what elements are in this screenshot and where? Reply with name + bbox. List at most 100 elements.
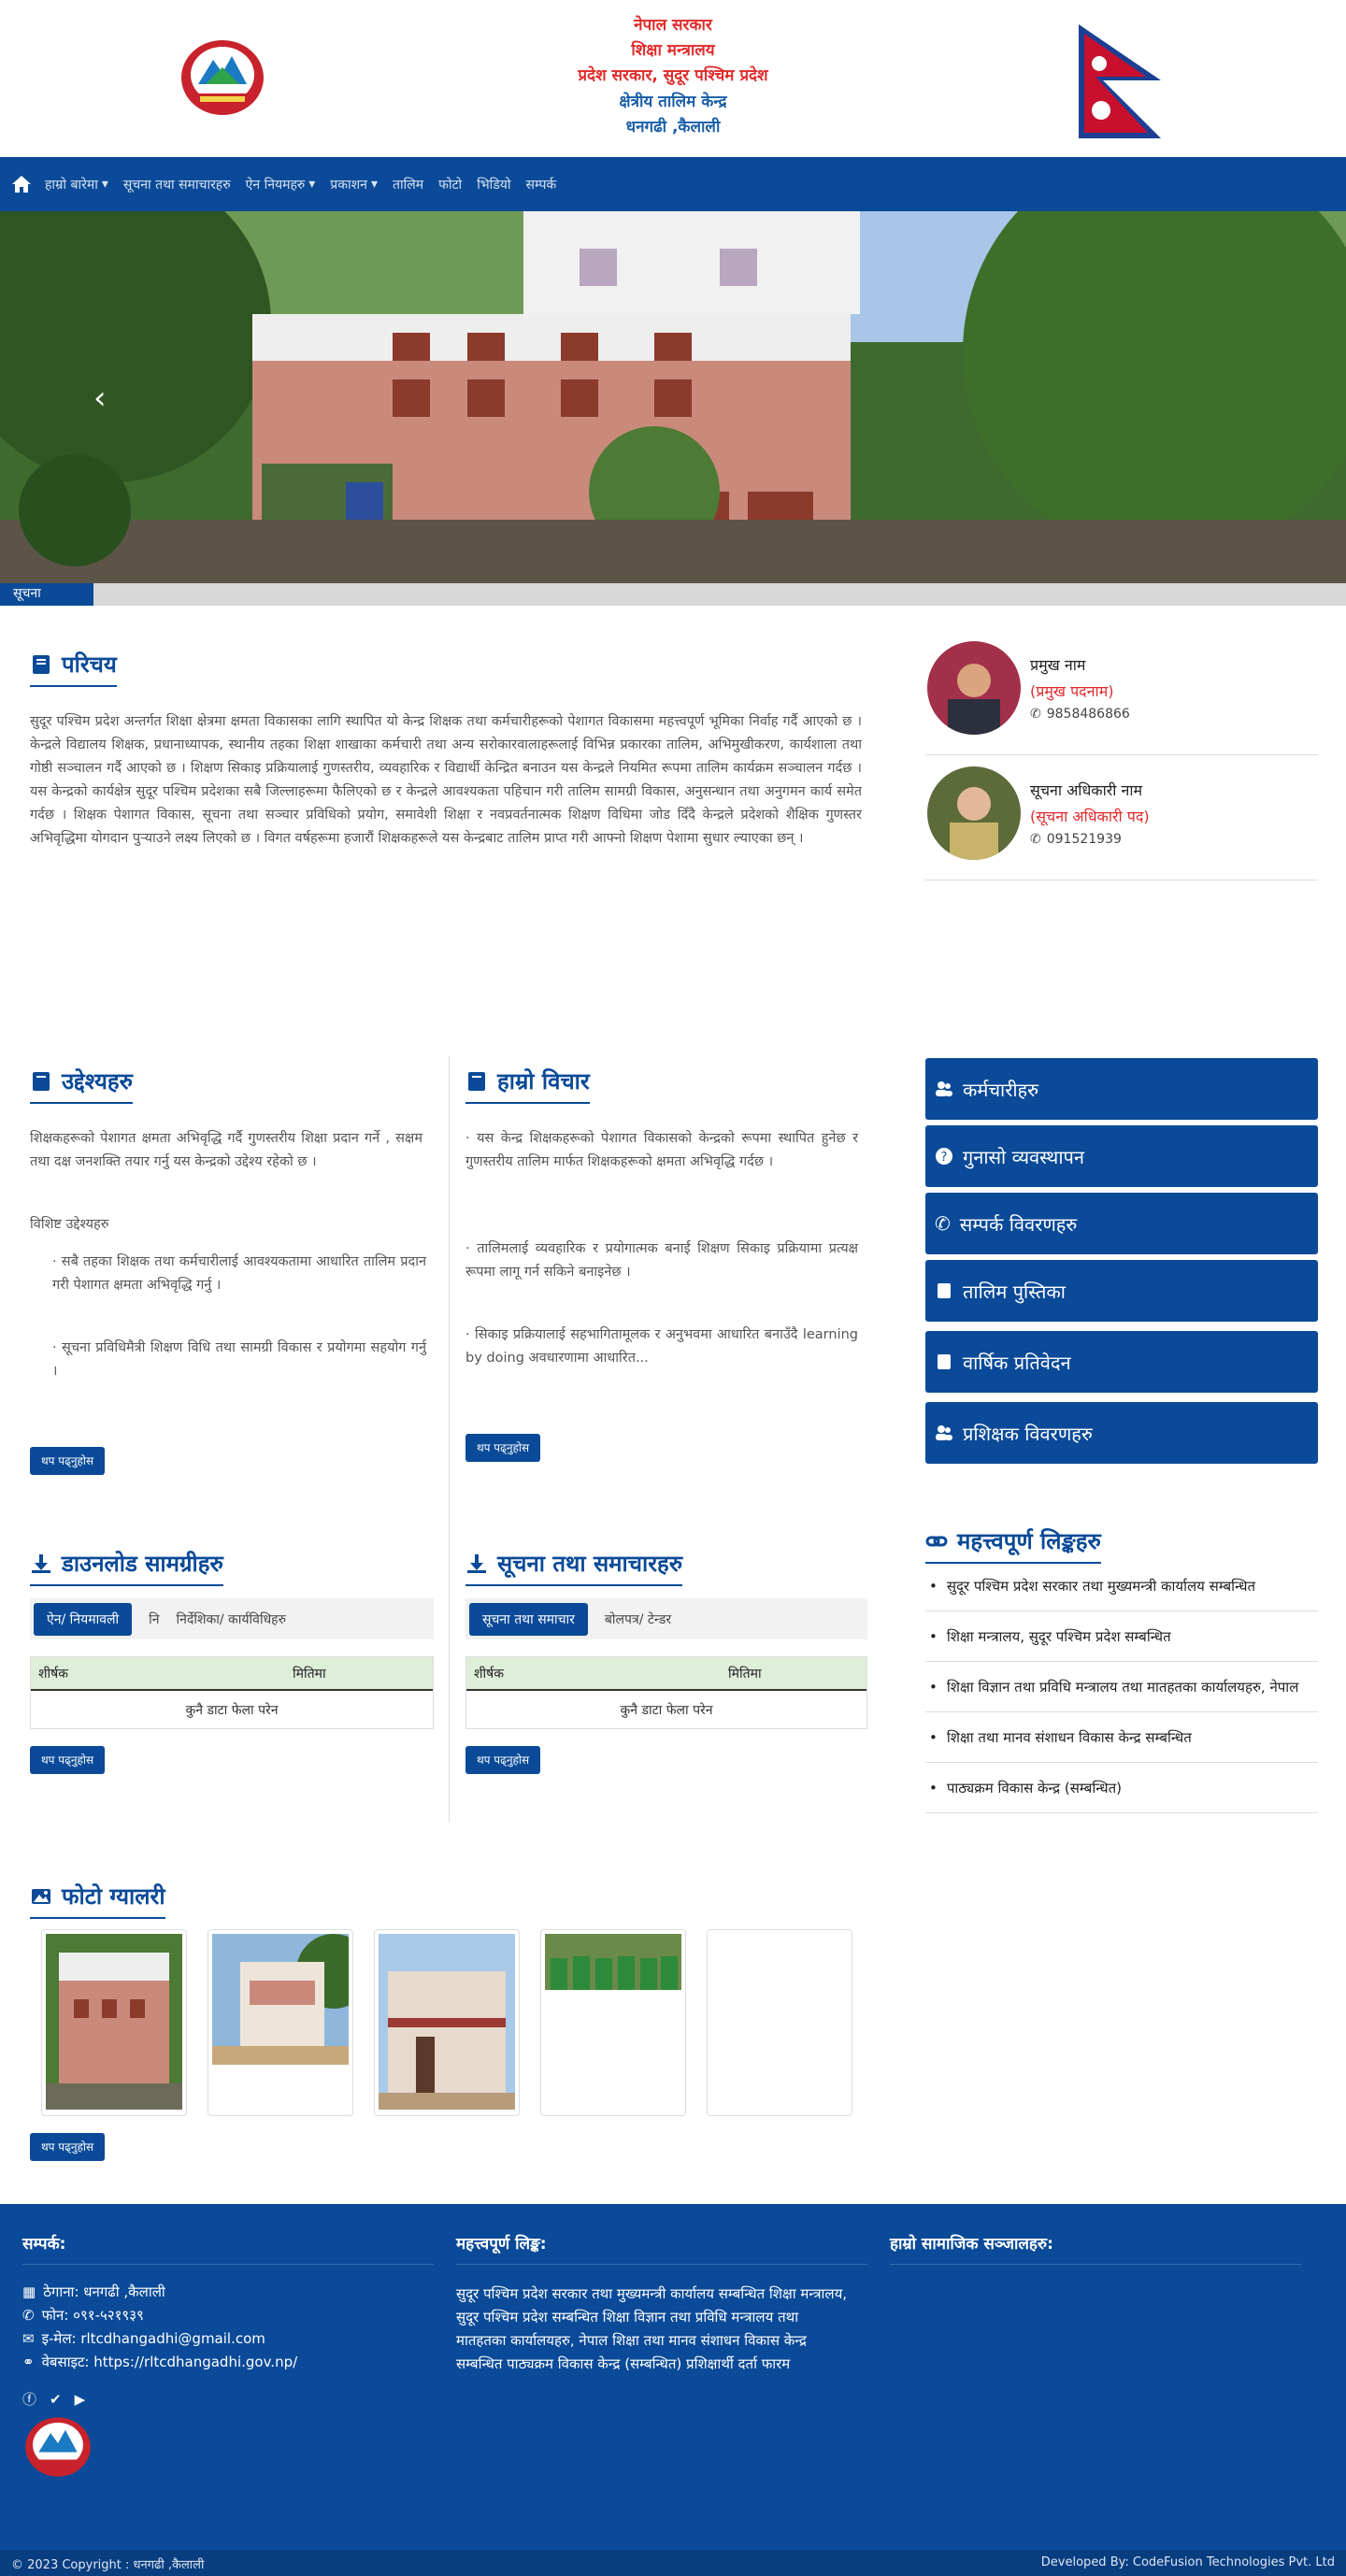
gallery-photo[interactable] [374, 1929, 520, 2116]
side-button-staff[interactable]: कर्मचारीहरु [925, 1058, 1318, 1120]
link-text: सुदूर पश्चिम प्रदेश सरकार तथा मुख्यमन्त्… [946, 1577, 1255, 1595]
footer-website[interactable]: ⚭ वेबसाइट: https://rltcdhangadhi.gov.np/ [22, 2353, 297, 2371]
tab-guidelines[interactable]: निर्देशिका/ कार्यविधिहरु [177, 1610, 286, 1628]
side-button-label: वार्षिक प्रतिवेदन [963, 1351, 1071, 1374]
objective-text: सबै तहका शिक्षक तथा कर्मचारीलाई आवश्यकता… [52, 1254, 426, 1293]
objectives-heading: उद्देश्यहरु [30, 1066, 133, 1104]
nav-item-training[interactable]: तालिम [393, 157, 423, 211]
links-heading: महत्त्वपूर्ण लिङ्कहरु [925, 1525, 1101, 1564]
tab-tender[interactable]: बोलपत्र/ टेन्डर [605, 1610, 671, 1628]
nav-item-contact[interactable]: सम्पर्क [526, 157, 557, 211]
link-text: पाठ्यक्रम विकास केन्द्र (सम्बन्धित) [946, 1779, 1122, 1796]
thought-text: सिकाइ प्रक्रियालाई सहभागितामूलक र अनुभवम… [465, 1327, 859, 1366]
caret-down-icon: ▾ [370, 177, 378, 192]
footer-divider [890, 2264, 1301, 2265]
side-button-grievance[interactable]: ? गुनासो व्यवस्थापन [925, 1125, 1318, 1187]
notices-more-button[interactable]: थप पढ्नुहोस [465, 1746, 541, 1774]
tab-news[interactable]: सूचना तथा समाचार [469, 1602, 588, 1636]
official-card-chief: प्रमुख नाम (प्रमुख पदनाम) ✆ 9858486866 [925, 636, 1318, 755]
gallery-photo[interactable] [208, 1929, 371, 2116]
important-link[interactable]: • पाठ्यक्रम विकास केन्द्र (सम्बन्धित) [925, 1763, 1318, 1813]
side-button-trainers[interactable]: प्रशिक्षक विवरणहरु [925, 1402, 1318, 1464]
main-navbar: हाम्रो बारेमा ▾ सूचना तथा समाचारहरु ऐन नि… [0, 157, 1346, 211]
notices-heading: सूचना तथा समाचारहरु [465, 1548, 683, 1586]
gallery-title: फोटो ग्यालरी [62, 1883, 165, 1910]
nav-item-about[interactable]: हाम्रो बारेमा ▾ [45, 157, 108, 211]
book-icon [468, 1071, 485, 1091]
ticker-label: सूचना [0, 583, 93, 606]
facebook-icon[interactable]: ⓕ [22, 2389, 36, 2409]
footer-links-text[interactable]: सुदूर पश्चिम प्रदेश सरकार तथा मुख्यमन्त्… [456, 2283, 849, 2376]
gallery-photo[interactable] [540, 1929, 686, 2116]
links-title: महत्त्वपूर्ण लिङ्कहरु [957, 1528, 1101, 1554]
home-icon[interactable] [11, 175, 32, 193]
objectives-more-button[interactable]: थप पढ्नुहोस [30, 1447, 106, 1475]
column-date: मितिमा [293, 1666, 326, 1682]
footer-contact-title: सम्पर्क: [22, 2235, 66, 2254]
link-icon: ⚭ [22, 2354, 35, 2370]
side-button-label: तालिम पुस्तिका [963, 1280, 1066, 1303]
important-link[interactable]: • शिक्षा तथा मानव संशाधन विकास केन्द्र सम… [925, 1712, 1318, 1763]
important-link[interactable]: • शिक्षा मन्त्रालय, सुदूर पश्चिम प्रदेश स… [925, 1611, 1318, 1662]
footer-divider [22, 2264, 434, 2265]
gallery-more-button[interactable]: थप पढ्नुहोस [30, 2133, 106, 2161]
objectives-title: उद्देश्यहरु [62, 1068, 133, 1095]
table-header: शीर्षक मितिमा [31, 1657, 433, 1691]
avatar [927, 766, 1021, 860]
thoughts-more-button[interactable]: थप पढ्नुहोस [465, 1434, 541, 1462]
side-button-label: प्रशिक्षक विवरणहरु [963, 1422, 1093, 1445]
nav-item-video[interactable]: भिडियो [477, 157, 510, 211]
carousel-prev-icon[interactable]: ‹ [93, 379, 107, 417]
book-icon [33, 1071, 50, 1091]
developer-credit[interactable]: Developed By: CodeFusion Technologies Pv… [1041, 2555, 1335, 2569]
footer-emblem-logo [25, 2417, 91, 2477]
side-button-label: गुनासो व्यवस्थापन [963, 1145, 1084, 1168]
table-row-empty: कुनै डाटा फेला परेन [620, 1702, 713, 1718]
footer-social-title: हाम्रो सामाजिक सञ्जालहरु: [890, 2235, 1053, 2254]
phone-icon: ✆ [1030, 832, 1041, 847]
nav-item-photo[interactable]: फोटो [438, 157, 462, 211]
side-button-training-book[interactable]: तालिम पुस्तिका [925, 1260, 1318, 1322]
nav-label: ऐन नियमहरु [245, 177, 306, 193]
download-icon [32, 1553, 50, 1573]
important-link[interactable]: • शिक्षा विज्ञान तथा प्रविधि मन्त्रालय तथ… [925, 1662, 1318, 1712]
phone-number: 9858486866 [1046, 707, 1130, 722]
tab-acts[interactable]: ऐन/ नियमावली [34, 1602, 133, 1636]
side-button-contacts[interactable]: ✆ सम्पर्क विवरणहरु [925, 1193, 1318, 1254]
news-ticker: सूचना [0, 583, 1346, 606]
nav-label: तालिम [392, 177, 424, 193]
thoughts-title: हाम्रो विचार [497, 1068, 590, 1095]
nav-item-acts[interactable]: ऐन नियमहरु ▾ [246, 157, 316, 211]
bullet: • [929, 1577, 938, 1595]
footer-divider [456, 2264, 867, 2265]
tab-ni[interactable]: नि [149, 1610, 159, 1628]
bullet: • [929, 1728, 938, 1746]
nav-label: फोटो [438, 177, 463, 193]
thought-item: · सिकाइ प्रक्रियालाई सहभागितामूलक र अनुभ… [465, 1327, 859, 1366]
footer-links-title: महत्त्वपूर्ण लिङ्क: [456, 2235, 547, 2254]
link-text: शिक्षा तथा मानव संशाधन विकास केन्द्र सम्… [946, 1728, 1192, 1746]
book-icon [938, 1283, 951, 1298]
nav-item-publication[interactable]: प्रकाशन ▾ [330, 157, 378, 211]
bullet: • [929, 1678, 938, 1696]
footer-phone-text: फोन: ०९१-५२१९३९ [41, 2307, 144, 2324]
link-text: शिक्षा विज्ञान तथा प्रविधि मन्त्रालय तथा… [946, 1678, 1299, 1696]
footer-phone: ✆ फोन: ०९१-५२१९३९ [22, 2306, 144, 2325]
side-button-annual-report[interactable]: वार्षिक प्रतिवेदन [925, 1331, 1318, 1393]
side-button-label: सम्पर्क विवरणहरु [959, 1212, 1078, 1236]
users-icon [936, 1425, 952, 1440]
book-icon [33, 654, 50, 674]
important-link[interactable]: • सुदूर पश्चिम प्रदेश सरकार तथा मुख्यमन्त… [925, 1561, 1318, 1611]
gallery-photo-placeholder[interactable] [707, 1929, 852, 2116]
youtube-icon[interactable]: ▶ [75, 2391, 86, 2408]
twitter-icon[interactable]: ✔ [50, 2391, 62, 2408]
thought-text: तालिमलाई व्यवहारिक र प्रयोगात्मक बनाई शि… [465, 1241, 858, 1280]
gallery-photo[interactable] [41, 1929, 187, 2116]
nav-item-news[interactable]: सूचना तथा समाचारहरु [123, 157, 231, 211]
official-phone: ✆ 091521939 [1030, 832, 1122, 847]
footer-email[interactable]: ✉ इ-मेल: rltcdhangadhi@gmail.com [22, 2329, 265, 2348]
downloads-more-button[interactable]: थप पढ्नुहोस [30, 1746, 106, 1774]
phone-icon: ✆ [935, 1212, 951, 1235]
intro-title: परिचय [62, 651, 117, 678]
bullet: • [929, 1779, 938, 1796]
